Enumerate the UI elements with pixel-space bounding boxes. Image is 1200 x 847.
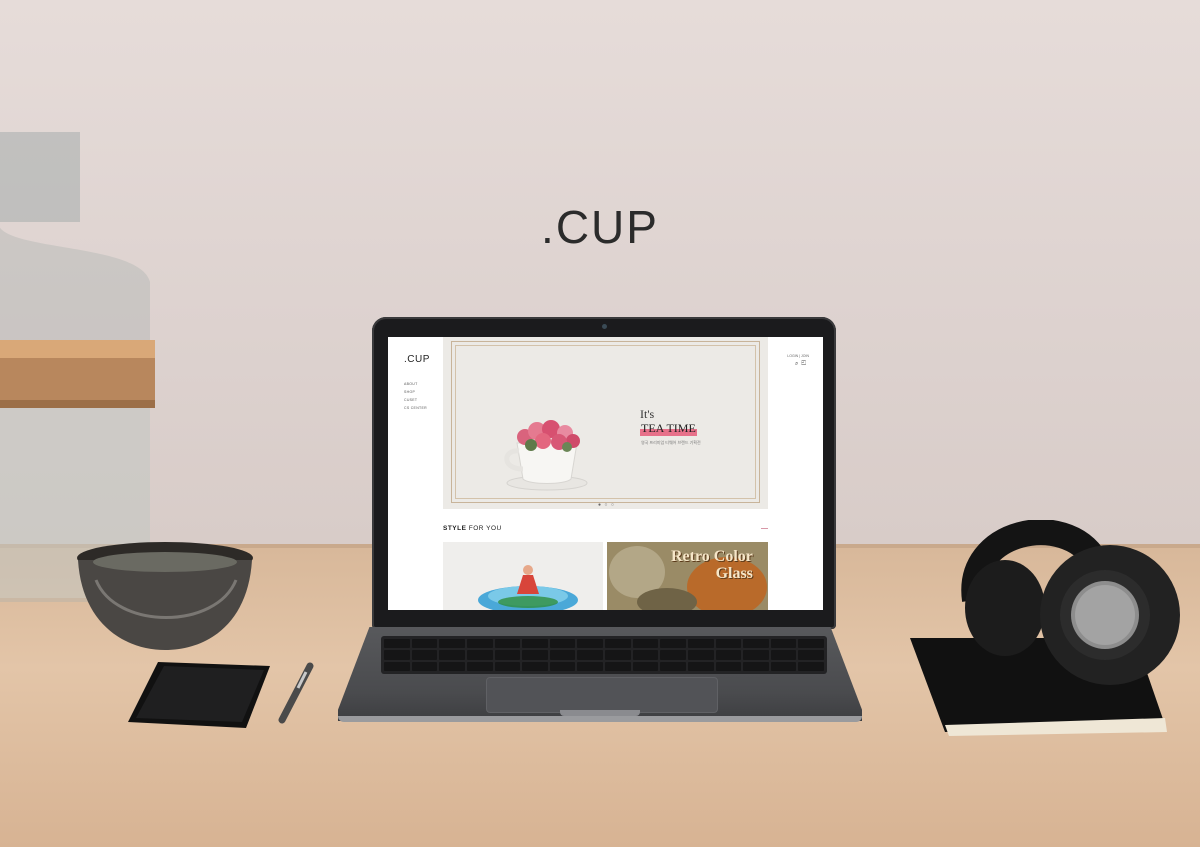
keyboard-key — [494, 650, 521, 660]
laptop-keyboard — [381, 636, 827, 674]
nav-item-about[interactable]: ABOUT — [404, 380, 427, 388]
keyboard-key — [466, 650, 493, 660]
product-card-glass-figure[interactable] — [443, 542, 603, 610]
keyboard-key — [660, 650, 686, 660]
smartphone — [128, 662, 270, 728]
keyboard-key — [522, 639, 548, 649]
keyboard-key — [743, 639, 769, 649]
section-title-rest: FOR YOU — [466, 525, 502, 532]
flower-teacup-image — [504, 420, 588, 491]
keyboard-key — [715, 650, 742, 660]
section-more-button[interactable]: — — [761, 525, 768, 532]
keyboard-key — [466, 661, 493, 671]
keyboard-key — [798, 650, 824, 660]
keyboard-key — [605, 650, 631, 660]
keyboard-key — [439, 639, 465, 649]
keyboard-key — [439, 661, 465, 671]
keyboard-key — [660, 661, 686, 671]
webcam — [602, 324, 607, 329]
retro-title-line2: Glass — [715, 565, 753, 582]
hero-banner[interactable]: It's TEA TIME 영국 프리미엄 티웨어 브랜드 기획전 ● ○ ○ — [443, 337, 768, 509]
keyboard-key — [632, 661, 659, 671]
laptop-base-edge — [338, 716, 862, 722]
keyboard-key — [770, 661, 797, 671]
keyboard-key — [522, 661, 548, 671]
product-card-retro-glass[interactable]: Retro Color Glass — [607, 542, 768, 610]
nav-item-cs-center[interactable]: CS CENTER — [404, 404, 427, 412]
keyboard-key — [687, 661, 714, 671]
hero-title-line2: TEA TIME — [640, 421, 697, 436]
site-nav: ABOUT SHOP CUSET CS CENTER — [404, 380, 427, 412]
glass-bowl — [77, 542, 253, 650]
section-title: STYLE FOR YOU — [443, 525, 768, 532]
keyboard-key — [384, 639, 410, 649]
keyboard-key — [411, 650, 438, 660]
keyboard-key — [605, 661, 631, 671]
nav-item-shop[interactable]: SHOP — [404, 388, 427, 396]
glass-ashtray-image — [478, 565, 578, 610]
keyboard-key — [384, 650, 410, 660]
keyboard-key — [770, 639, 797, 649]
login-join-link[interactable]: LOGIN | JOIN — [787, 354, 809, 358]
keyboard-key — [715, 639, 742, 649]
laptop-screen: .CUP ABOUT SHOP CUSET CS CENTER LOGIN | … — [388, 337, 823, 610]
keyboard-key — [549, 639, 576, 649]
keyboard-key — [632, 639, 659, 649]
section-title-bold: STYLE — [443, 525, 467, 532]
keyboard-key — [494, 661, 521, 671]
keyboard-key — [494, 639, 521, 649]
nav-item-cuset[interactable]: CUSET — [404, 396, 427, 404]
bag-icon[interactable]: ◰ — [801, 361, 809, 367]
keyboard-key — [715, 661, 742, 671]
keyboard-key — [411, 639, 438, 649]
keyboard-key — [632, 650, 659, 660]
keyboard-key — [770, 650, 797, 660]
keyboard-key — [411, 661, 438, 671]
site-logo[interactable]: .CUP — [404, 354, 430, 365]
header-icons: ⌕◰ — [787, 361, 809, 368]
keyboard-key — [743, 650, 769, 660]
slide-indicator[interactable]: ● ○ ○ — [598, 502, 615, 508]
header-utilities: LOGIN | JOIN ⌕◰ — [787, 354, 809, 368]
keyboard-key — [687, 639, 714, 649]
keyboard-key — [687, 650, 714, 660]
keyboard-key — [605, 639, 631, 649]
headphones — [910, 520, 1180, 736]
keyboard-key — [660, 639, 686, 649]
keyboard-key — [798, 661, 824, 671]
keyboard-key — [384, 661, 410, 671]
keyboard-key — [577, 661, 603, 671]
style-section-header: STYLE FOR YOU — — [443, 525, 768, 532]
keyboard-key — [743, 661, 769, 671]
keyboard-key — [439, 650, 465, 660]
retro-card-title: Retro Color Glass — [671, 548, 753, 582]
laptop-notch — [560, 710, 640, 716]
keyboard-key — [577, 639, 603, 649]
hero-subtitle: 영국 프리미엄 티웨어 브랜드 기획전 — [641, 440, 701, 445]
keyboard-key — [466, 639, 493, 649]
brand-title: .CUP — [541, 201, 659, 253]
retro-title-line1: Retro Color — [671, 548, 753, 565]
keyboard-key — [522, 650, 548, 660]
pen — [278, 662, 314, 724]
keyboard-key — [798, 639, 824, 649]
laptop-trackpad — [486, 677, 718, 713]
keyboard-key — [549, 650, 576, 660]
keyboard-key — [577, 650, 603, 660]
keyboard-key — [549, 661, 576, 671]
hero-title-line1: It's — [640, 407, 655, 421]
